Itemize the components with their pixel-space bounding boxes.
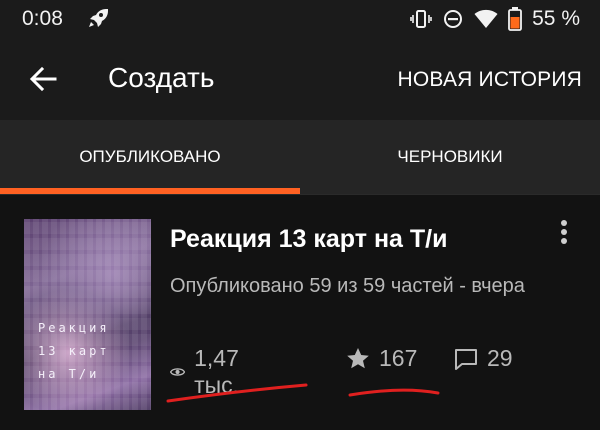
story-meta: Опубликовано 59 из 59 частей - вчера [170, 275, 525, 297]
annotation-underline-votes [348, 388, 440, 397]
views-count: 1,47 тыс. [194, 345, 240, 398]
back-arrow-icon[interactable] [28, 64, 58, 94]
story-card[interactable]: Реакция 13 карт на Т/и Реакция 13 карт н… [0, 195, 600, 430]
page-title: Создать [108, 62, 215, 93]
views-stat: 1,47 тыс. [170, 345, 250, 399]
more-options-icon[interactable] [556, 219, 572, 247]
votes-count: 167 [379, 345, 418, 371]
tab-published[interactable]: ОПУБЛИКОВАНО [0, 120, 300, 194]
comments-stat: 29 [454, 345, 513, 372]
eye-icon [170, 368, 186, 376]
vibrate-icon [410, 10, 432, 28]
comments-count: 29 [487, 345, 513, 371]
status-time: 0:08 [22, 7, 63, 30]
battery-percent: 55 % [532, 7, 580, 30]
comment-icon [455, 348, 477, 370]
story-cover[interactable]: Реакция 13 карт на Т/и [24, 219, 151, 410]
wifi-icon [474, 9, 498, 28]
tab-bar: ОПУБЛИКОВАНО ЧЕРНОВИКИ [0, 120, 600, 194]
new-story-button[interactable]: НОВАЯ ИСТОРИЯ [398, 68, 582, 92]
status-icons: 55 % [410, 6, 580, 32]
votes-stat: 167 [346, 345, 417, 372]
cover-text: Реакция 13 карт на Т/и [38, 321, 110, 381]
star-icon [347, 348, 369, 369]
status-bar: 0:08 55 % [0, 0, 600, 40]
rocket-icon [89, 9, 108, 27]
story-title[interactable]: Реакция 13 карт на Т/и [170, 225, 447, 254]
do-not-disturb-icon [444, 10, 463, 28]
app-bar: Создать НОВАЯ ИСТОРИЯ [0, 40, 600, 120]
tab-drafts[interactable]: ЧЕРНОВИКИ [300, 120, 600, 194]
battery-icon [508, 7, 523, 31]
